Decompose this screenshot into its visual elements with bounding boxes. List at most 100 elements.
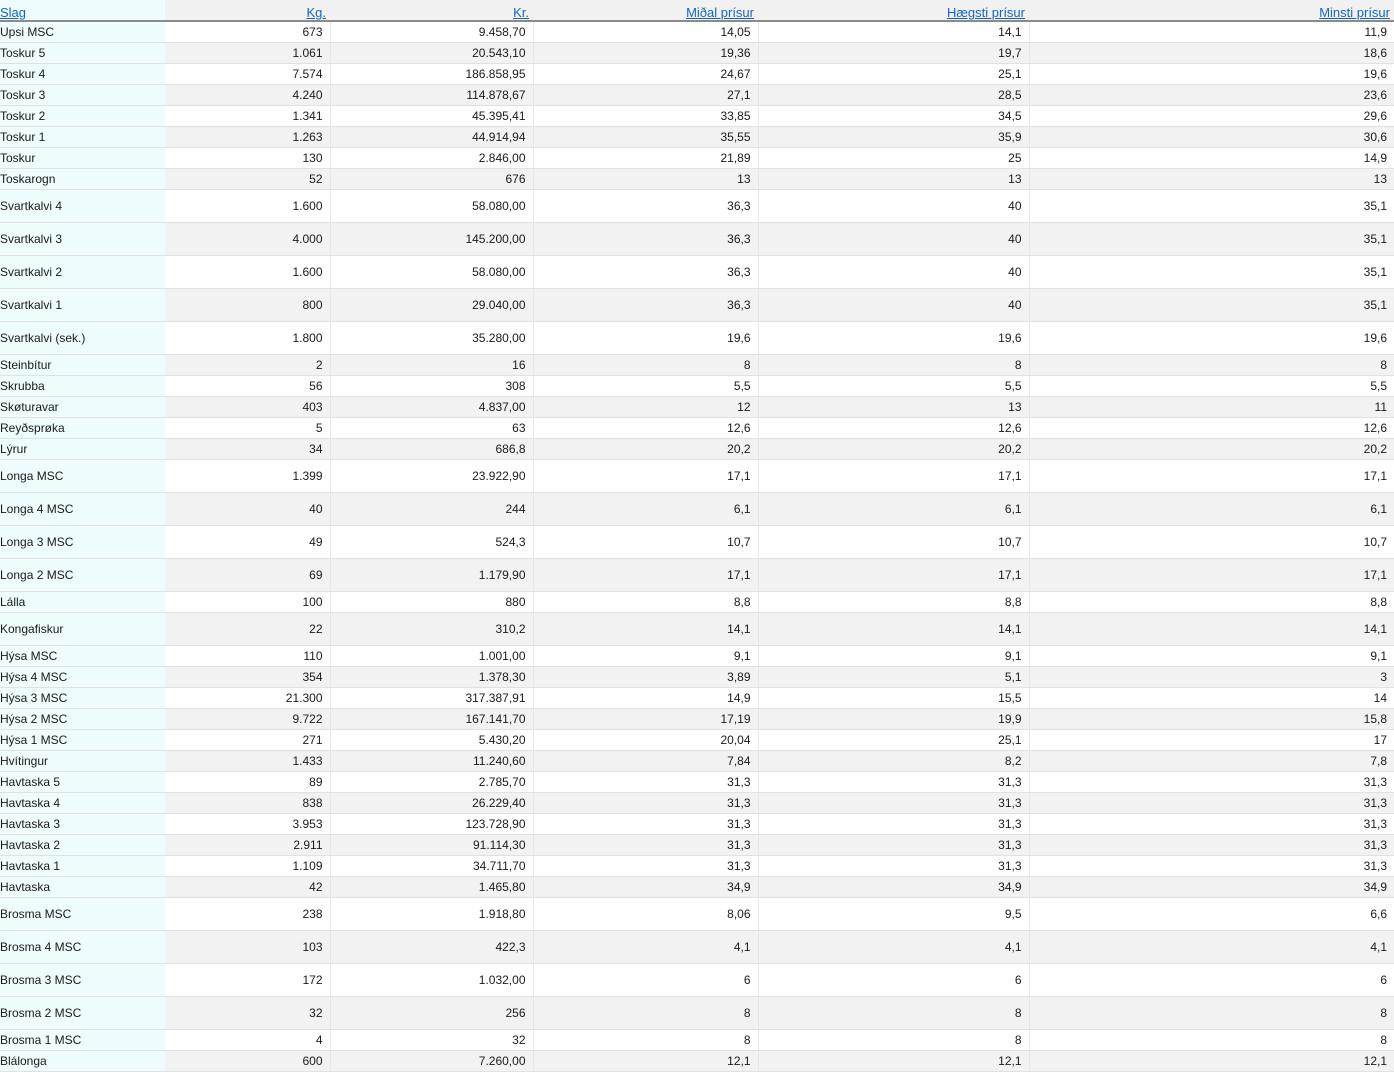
avg-price-cell: 14,1 <box>533 612 759 646</box>
kr-cell: 26.229,40 <box>330 792 534 814</box>
table-row: Hýsa 4 MSC 354 1.378,30 3,89 5,1 3 <box>0 666 1394 688</box>
kr-cell: 880 <box>330 591 534 613</box>
species-cell: Svartkalvi 2 <box>0 255 165 289</box>
low-price-cell: 8 <box>1029 354 1394 376</box>
table-row: Svartkalvi 2 1.600 58.080,00 36,3 40 35,1 <box>0 255 1394 289</box>
high-price-cell: 5,5 <box>758 375 1030 397</box>
sort-by-kg-link[interactable]: Kg. <box>306 5 326 20</box>
kg-cell: 7.574 <box>165 63 331 85</box>
species-cell: Longa 4 MSC <box>0 492 165 526</box>
table-row: Brosma 2 MSC 32 256 8 8 8 <box>0 996 1394 1030</box>
species-cell: Longa MSC <box>0 459 165 493</box>
high-price-cell: 12,6 <box>758 417 1030 439</box>
species-cell: Skøturavar <box>0 396 165 418</box>
species-cell: Reyðsprøka <box>0 417 165 439</box>
kr-cell: 317.387,91 <box>330 687 534 709</box>
kg-cell: 2 <box>165 354 331 376</box>
table-row: Toskur 130 2.846,00 21,89 25 14,9 <box>0 147 1394 169</box>
avg-price-cell: 33,85 <box>533 105 759 127</box>
table-row: Svartkalvi 4 1.600 58.080,00 36,3 40 35,1 <box>0 189 1394 223</box>
table-row: Brosma 1 MSC 4 32 8 8 8 <box>0 1029 1394 1051</box>
table-row: Steinbítur 2 16 8 8 8 <box>0 354 1394 376</box>
species-cell: Havtaska 2 <box>0 834 165 856</box>
kg-cell: 600 <box>165 1050 331 1072</box>
kg-cell: 100 <box>165 591 331 613</box>
kg-cell: 4.240 <box>165 84 331 106</box>
low-price-cell: 31,3 <box>1029 813 1394 835</box>
table-row: Toskur 3 4.240 114.878,67 27,1 28,5 23,6 <box>0 84 1394 106</box>
kr-cell: 524,3 <box>330 525 534 559</box>
kg-cell: 2.911 <box>165 834 331 856</box>
low-price-cell: 17,1 <box>1029 558 1394 592</box>
species-cell: Brosma 4 MSC <box>0 930 165 964</box>
avg-price-cell: 24,67 <box>533 63 759 85</box>
kg-cell: 403 <box>165 396 331 418</box>
table-row: Svartkalvi 1 800 29.040,00 36,3 40 35,1 <box>0 288 1394 322</box>
low-price-cell: 35,1 <box>1029 189 1394 223</box>
kr-cell: 11.240,60 <box>330 750 534 772</box>
kr-cell: 1.918,80 <box>330 897 534 931</box>
high-price-cell: 5,1 <box>758 666 1030 688</box>
species-cell: Toskur 1 <box>0 126 165 148</box>
avg-price-cell: 36,3 <box>533 189 759 223</box>
species-cell: Toskur 3 <box>0 84 165 106</box>
kg-cell: 3.953 <box>165 813 331 835</box>
species-cell: Havtaska <box>0 876 165 898</box>
kr-cell: 35.280,00 <box>330 321 534 355</box>
species-cell: Toskur 4 <box>0 63 165 85</box>
species-cell: Lálla <box>0 591 165 613</box>
kr-cell: 123.728,90 <box>330 813 534 835</box>
avg-price-cell: 14,05 <box>533 21 759 43</box>
kr-cell: 34.711,70 <box>330 855 534 877</box>
kr-cell: 29.040,00 <box>330 288 534 322</box>
table-row: Blálonga 600 7.260,00 12,1 12,1 12,1 <box>0 1050 1394 1072</box>
kg-cell: 172 <box>165 963 331 997</box>
avg-price-cell: 31,3 <box>533 771 759 793</box>
kg-cell: 4 <box>165 1029 331 1051</box>
table-row: Toskur 2 1.341 45.395,41 33,85 34,5 29,6 <box>0 105 1394 127</box>
high-price-cell: 8,2 <box>758 750 1030 772</box>
low-price-cell: 15,8 <box>1029 708 1394 730</box>
kr-cell: 9.458,70 <box>330 21 534 43</box>
table-row: Hýsa 1 MSC 271 5.430,20 20,04 25,1 17 <box>0 729 1394 751</box>
avg-price-cell: 31,3 <box>533 792 759 814</box>
low-price-cell: 30,6 <box>1029 126 1394 148</box>
sort-by-high-price-link[interactable]: Hægsti prísur <box>947 5 1025 20</box>
kg-cell: 40 <box>165 492 331 526</box>
species-cell: Blálonga <box>0 1050 165 1072</box>
avg-price-cell: 12 <box>533 396 759 418</box>
avg-price-cell: 10,7 <box>533 525 759 559</box>
sort-by-kr-link[interactable]: Kr. <box>513 5 529 20</box>
kg-cell: 1.109 <box>165 855 331 877</box>
kr-cell: 1.001,00 <box>330 645 534 667</box>
low-price-cell: 13 <box>1029 168 1394 190</box>
sort-by-avg-price-link[interactable]: Miðal prísur <box>686 5 754 20</box>
table-row: Toskur 1 1.263 44.914,94 35,55 35,9 30,6 <box>0 126 1394 148</box>
table-row: Havtaska 42 1.465,80 34,9 34,9 34,9 <box>0 876 1394 898</box>
table-row: Hvítingur 1.433 11.240,60 7,84 8,2 7,8 <box>0 750 1394 772</box>
low-price-cell: 20,2 <box>1029 438 1394 460</box>
kr-cell: 91.114,30 <box>330 834 534 856</box>
species-cell: Hýsa MSC <box>0 645 165 667</box>
species-cell: Toskur 5 <box>0 42 165 64</box>
kr-cell: 4.837,00 <box>330 396 534 418</box>
table-row: Havtaska 1 1.109 34.711,70 31,3 31,3 31,3 <box>0 855 1394 877</box>
species-cell: Svartkalvi 4 <box>0 189 165 223</box>
avg-price-cell: 31,3 <box>533 834 759 856</box>
low-price-cell: 14 <box>1029 687 1394 709</box>
sort-by-species-link[interactable]: Slag <box>0 5 26 20</box>
sort-by-low-price-link[interactable]: Minsti prísur <box>1319 5 1390 20</box>
low-price-cell: 23,6 <box>1029 84 1394 106</box>
low-price-cell: 19,6 <box>1029 63 1394 85</box>
low-price-cell: 6,1 <box>1029 492 1394 526</box>
low-price-cell: 17 <box>1029 729 1394 751</box>
kr-cell: 167.141,70 <box>330 708 534 730</box>
avg-price-cell: 12,1 <box>533 1050 759 1072</box>
kr-cell: 1.465,80 <box>330 876 534 898</box>
high-price-cell: 15,5 <box>758 687 1030 709</box>
table-row: Hýsa 3 MSC 21.300 317.387,91 14,9 15,5 14 <box>0 687 1394 709</box>
kg-cell: 56 <box>165 375 331 397</box>
species-cell: Havtaska 1 <box>0 855 165 877</box>
table-row: Hýsa 2 MSC 9.722 167.141,70 17,19 19,9 15,8 <box>0 708 1394 730</box>
kr-cell: 1.378,30 <box>330 666 534 688</box>
